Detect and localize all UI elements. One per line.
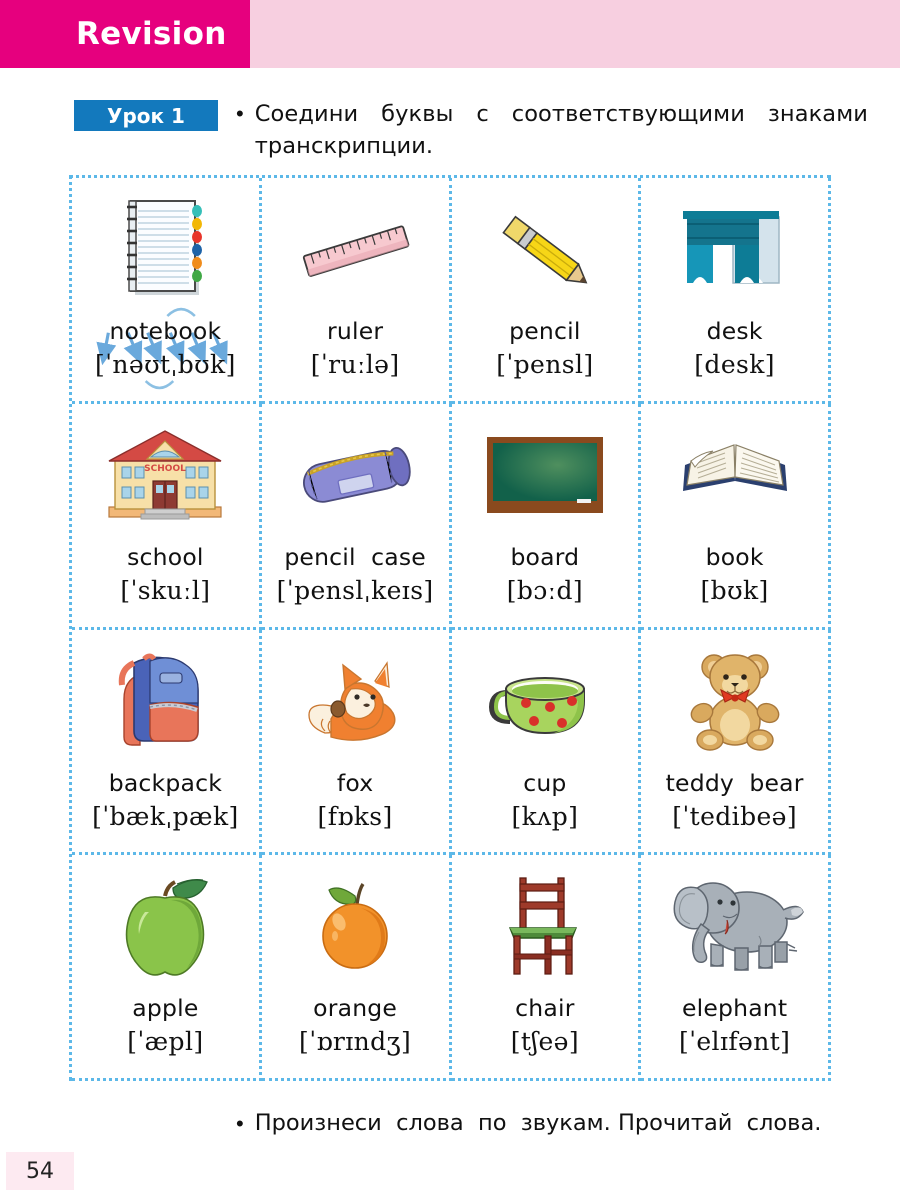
vocab-ipa: [ˈpenslˌkeɪs] bbox=[276, 575, 434, 605]
vocab-ipa: [bʊk] bbox=[700, 575, 769, 605]
vocab-word: book bbox=[705, 542, 764, 571]
vocab-cell-desk[interactable]: desk [desk] bbox=[641, 178, 831, 404]
vocab-ipa: [bɔːd] bbox=[506, 575, 584, 605]
vocab-cell-notebook[interactable]: notebook [ˈnəʊtˌbʊk] bbox=[72, 178, 262, 404]
vocab-cell-cup[interactable]: cup [kʌp] bbox=[451, 629, 642, 856]
vocab-cell-elephant[interactable]: elephant [ˈelɪfənt] bbox=[641, 855, 831, 1081]
bullet-icon: • bbox=[236, 101, 244, 126]
vocab-cell-fox[interactable]: fox [fɒks] bbox=[261, 629, 452, 856]
vocab-word: elephant bbox=[681, 994, 788, 1023]
page-number-block: 54 bbox=[6, 1152, 74, 1190]
vocab-word: backpack bbox=[108, 768, 223, 797]
desk-icon bbox=[641, 190, 828, 308]
vocab-ipa: [ˈɒrɪndʒ] bbox=[299, 1027, 412, 1057]
book-icon bbox=[641, 416, 828, 534]
vocab-cell-pencil[interactable]: pencil [ˈpensl] bbox=[451, 178, 642, 404]
apple-icon bbox=[72, 867, 259, 985]
vocab-ipa: [ˈbækˌpæk] bbox=[92, 801, 239, 831]
vocab-ipa: [tʃeə] bbox=[510, 1027, 580, 1057]
elephant-icon bbox=[641, 867, 828, 985]
backpack-icon bbox=[72, 642, 259, 760]
vocab-ipa: [desk] bbox=[694, 350, 775, 379]
vocab-ipa: [ˈtedibeə] bbox=[672, 801, 798, 831]
vocab-cell-teddy-bear[interactable]: teddy bear [ˈtedibeə] bbox=[641, 629, 831, 856]
vocab-word: apple bbox=[132, 994, 199, 1023]
vocab-word: cup bbox=[523, 768, 567, 797]
vocab-ipa: [fɒks] bbox=[317, 801, 393, 831]
vocab-word: chair bbox=[515, 994, 575, 1023]
instruction-text: Соедини буквы с соответствующими знаками… bbox=[254, 101, 868, 159]
page-number: 54 bbox=[26, 1158, 54, 1184]
vocab-cell-school[interactable]: SCHOOL school [ˈskuːl] bbox=[72, 403, 262, 630]
teddy-bear-icon bbox=[641, 642, 828, 760]
bullet-icon: • bbox=[236, 1111, 244, 1136]
vocab-cell-board[interactable]: board [bɔːd] bbox=[451, 403, 642, 630]
vocab-cell-ruler[interactable]: ruler [ˈruːlə] bbox=[261, 178, 452, 404]
vocab-word: ruler bbox=[327, 317, 384, 345]
pencil-icon bbox=[452, 190, 639, 308]
chair-icon bbox=[452, 867, 639, 985]
pencil-case-icon bbox=[262, 416, 449, 534]
fox-icon bbox=[262, 642, 449, 760]
vocab-ipa: [kʌp] bbox=[511, 801, 579, 831]
vocab-ipa: [ˈæpl] bbox=[127, 1027, 204, 1057]
orange-icon bbox=[262, 867, 449, 985]
school-icon: SCHOOL bbox=[72, 416, 259, 534]
page-title: Revision bbox=[76, 16, 227, 52]
footer-task: • Произнеси слова по звукам. Прочитай сл… bbox=[236, 1108, 876, 1139]
vocab-ipa: [ˈelɪfənt] bbox=[678, 1027, 791, 1057]
footer-instruction-text: Произнеси слова по звукам. Прочитай слов… bbox=[254, 1110, 822, 1136]
vocab-cell-pencil-case[interactable]: pencil case [ˈpenslˌkeɪs] bbox=[261, 403, 452, 630]
vocab-word: pencil bbox=[509, 317, 581, 345]
svg-text:SCHOOL: SCHOOL bbox=[145, 464, 187, 474]
vocab-word: board bbox=[510, 542, 580, 571]
vocab-ipa: [ˈnəʊtˌbʊk] bbox=[94, 350, 236, 379]
vocab-ipa: [ˈruːlə] bbox=[310, 350, 400, 379]
vocab-word: desk bbox=[706, 317, 763, 345]
vocab-word: teddy bear bbox=[665, 768, 804, 797]
vocab-cell-chair[interactable]: chair [tʃeə] bbox=[451, 855, 642, 1081]
vocab-word: orange bbox=[313, 994, 398, 1023]
instruction-block: • Соедини буквы с соответствующими знака… bbox=[236, 98, 868, 162]
vocab-cell-book[interactable]: book [bʊk] bbox=[641, 403, 831, 630]
ruler-icon bbox=[262, 190, 449, 308]
vocab-word: pencil case bbox=[284, 542, 426, 571]
vocab-word: school bbox=[127, 542, 204, 571]
vocab-ipa: [ˈpensl] bbox=[496, 350, 594, 379]
board-icon bbox=[452, 416, 639, 534]
vocab-ipa: [ˈskuːl] bbox=[120, 575, 211, 605]
lesson-badge[interactable]: Урок 1 bbox=[74, 100, 218, 131]
vocab-cell-apple[interactable]: apple [ˈæpl] bbox=[72, 855, 262, 1081]
vocab-word: notebook bbox=[109, 317, 222, 345]
cup-icon bbox=[452, 642, 639, 760]
vocab-word: fox bbox=[336, 768, 374, 797]
notebook-icon bbox=[72, 190, 259, 308]
header-block: Revision bbox=[0, 0, 250, 68]
textbook-page: Revision Урок 1 • Соедини буквы с соотве… bbox=[0, 0, 900, 1200]
vocab-cell-orange[interactable]: orange [ˈɒrɪndʒ] bbox=[261, 855, 452, 1081]
vocabulary-grid: notebook [ˈnəʊtˌbʊk] ruler [ˈruːlə] penc… bbox=[69, 175, 831, 1081]
vocab-cell-backpack[interactable]: backpack [ˈbækˌpæk] bbox=[72, 629, 262, 856]
